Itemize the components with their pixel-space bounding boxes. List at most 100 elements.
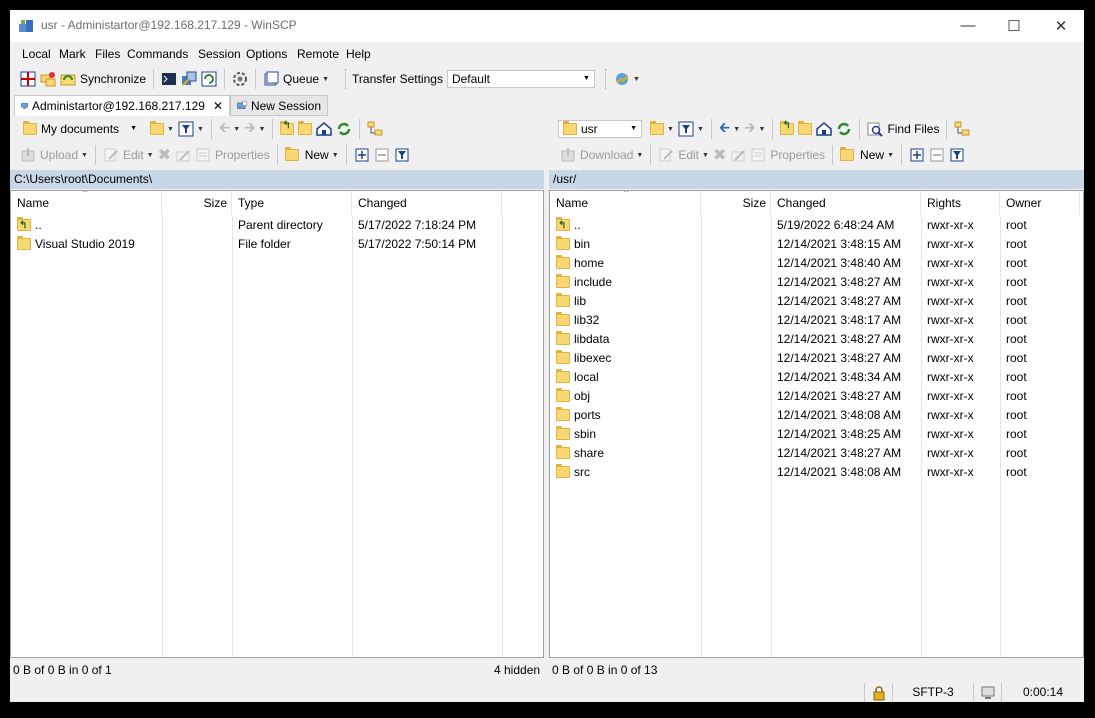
menu-files[interactable]: Files [95,47,120,61]
minimize-icon[interactable]: — [945,10,991,41]
right-col-owner[interactable]: Owner [1000,191,1080,215]
left-col-type[interactable]: Type [232,191,352,215]
left-new-button[interactable]: New ▼ [283,144,341,166]
table-row[interactable]: share 12/14/2021 3:48:27 AM rwxr-xr-x root [550,444,1083,463]
left-properties-button[interactable]: Properties [193,144,272,166]
table-row[interactable]: libdata 12/14/2021 3:48:27 AM rwxr-xr-x roo… [550,330,1083,349]
table-row[interactable]: sbin 12/14/2021 3:48:25 AM rwxr-xr-x root [550,425,1083,444]
left-tree-button[interactable] [365,118,385,140]
right-delete-button[interactable]: ✖ [711,144,728,166]
right-select-filter-button[interactable] [947,144,967,166]
left-delete-button[interactable]: ✖ [156,144,173,166]
left-path-bar[interactable]: C:\Users\root\Documents\ [10,170,544,189]
left-location-select[interactable]: My documents ▼ [18,120,142,138]
folder-icon [556,369,570,383]
table-row[interactable]: include 12/14/2021 3:48:27 AM rwxr-xr-x roo… [550,273,1083,292]
right-col-size[interactable]: Size [701,191,771,215]
tab-new-session[interactable]: New Session [230,95,328,116]
table-row[interactable]: .. Parent directory 5/17/2022 7:18:24 PM [11,216,543,235]
left-col-changed[interactable]: Changed [352,191,502,215]
menu-commands[interactable]: Commands [127,47,188,61]
right-location-select[interactable]: usr ▼ [558,120,642,138]
table-row[interactable]: .. 5/19/2022 6:48:24 AM rwxr-xr-x root [550,216,1083,235]
menu-options[interactable]: Options [246,47,287,61]
left-col-name[interactable]: Name ⌃ [11,191,162,215]
right-path-bar[interactable]: /usr/ [549,170,1084,189]
right-open-dir-button[interactable]: ▼ [648,118,676,140]
keep-up-to-date-button[interactable] [199,68,219,90]
menu-session[interactable]: Session [198,47,241,61]
left-select-filter-button[interactable] [392,144,412,166]
table-row[interactable]: local 12/14/2021 3:48:34 AM rwxr-xr-x root [550,368,1083,387]
transfer-settings-select[interactable]: Default ▼ [446,70,595,88]
left-select-button[interactable] [352,144,372,166]
file-rights: rwxr-xr-x [927,465,974,479]
left-root-dir-button[interactable] [296,118,314,140]
right-forward-button[interactable]: 🡲 ▼ [742,118,767,140]
menu-remote[interactable]: Remote [297,47,339,61]
table-row[interactable]: ports 12/14/2021 3:48:08 AM rwxr-xr-x root [550,406,1083,425]
right-back-button[interactable]: 🡰 ▼ [717,118,742,140]
right-select-button[interactable] [907,144,927,166]
table-row[interactable]: lib 12/14/2021 3:48:27 AM rwxr-xr-x root [550,292,1083,311]
left-back-button[interactable]: 🡰 ▼ [217,118,242,140]
terminal-button[interactable] [159,68,179,90]
menu-help[interactable]: Help [346,47,371,61]
left-open-dir-button[interactable]: ▼ [148,118,176,140]
maximize-icon[interactable]: ☐ [991,10,1037,41]
right-col-rights[interactable]: Rights [921,191,1000,215]
transfer-options-button[interactable]: ▼ [612,68,642,90]
table-row[interactable]: obj 12/14/2021 3:48:27 AM rwxr-xr-x root [550,387,1083,406]
right-root-dir-button[interactable] [796,118,814,140]
right-properties-button[interactable]: Properties [748,144,827,166]
close-icon[interactable]: ✕ [1038,10,1084,41]
synchronize-button[interactable]: Synchronize [58,68,148,90]
left-unselect-button[interactable] [372,144,392,166]
table-row[interactable]: src 12/14/2021 3:48:08 AM rwxr-xr-x root [550,463,1083,482]
left-rename-button[interactable] [173,144,193,166]
left-hidden-count[interactable]: 4 hidden [494,660,540,680]
upload-button[interactable]: Upload ▼ [18,144,90,166]
right-rename-button[interactable] [728,144,748,166]
right-col-name[interactable]: Name ⌃ [550,191,701,215]
putty-button[interactable] [179,68,199,90]
table-row[interactable]: home 12/14/2021 3:48:40 AM rwxr-xr-x root [550,254,1083,273]
left-filter-button[interactable]: ▼ [176,118,206,140]
right-edit-button[interactable]: Edit ▼ [656,144,711,166]
table-row[interactable]: libexec 12/14/2021 3:48:27 AM rwxr-xr-x roo… [550,349,1083,368]
file-changed: 5/17/2022 7:50:14 PM [358,237,477,251]
left-file-list[interactable]: Name ⌃ Size Type Changed .. Parent direct… [10,190,544,658]
find-files-button[interactable]: Find Files [865,118,941,140]
right-new-button[interactable]: New ▼ [838,144,896,166]
tab-session[interactable]: Administartor@192.168.217.129 ✕ [14,95,230,116]
left-parent-dir-button[interactable] [278,118,296,140]
right-filter-button[interactable]: ▼ [676,118,706,140]
right-col-changed[interactable]: Changed [771,191,921,215]
table-row[interactable]: lib32 12/14/2021 3:48:17 AM rwxr-xr-x root [550,311,1083,330]
refresh-icon [338,122,351,136]
compare-dirs-button[interactable] [18,68,38,90]
menu-local[interactable]: Local [22,47,51,61]
sync-browse-button[interactable] [38,68,58,90]
right-parent-dir-button[interactable] [778,118,796,140]
right-file-list[interactable]: Name ⌃ Size Changed Rights Owner .. 5/19/2… [549,190,1084,658]
table-row[interactable]: bin 12/14/2021 3:48:15 AM rwxr-xr-x root [550,235,1083,254]
left-refresh-button[interactable] [334,118,354,140]
left-col-size[interactable]: Size [162,191,232,215]
queue-button[interactable]: Queue ▼ [261,68,331,90]
left-edit-button[interactable]: Edit ▼ [101,144,156,166]
preferences-button[interactable] [230,68,250,90]
menu-mark[interactable]: Mark [59,47,86,61]
close-tab-icon[interactable]: ✕ [213,99,223,113]
right-refresh-button[interactable] [834,118,854,140]
new-session-icon [237,100,247,109]
right-home-button[interactable] [814,118,834,140]
back-icon: 🡰 [218,119,231,135]
download-button[interactable]: Download ▼ [558,144,645,166]
table-row[interactable]: Visual Studio 2019 File folder 5/17/2022… [11,235,543,254]
left-forward-button[interactable]: 🡲 ▼ [242,118,267,140]
upload-icon [21,148,35,162]
right-unselect-button[interactable] [927,144,947,166]
right-tree-button[interactable] [952,118,972,140]
left-home-button[interactable] [314,118,334,140]
